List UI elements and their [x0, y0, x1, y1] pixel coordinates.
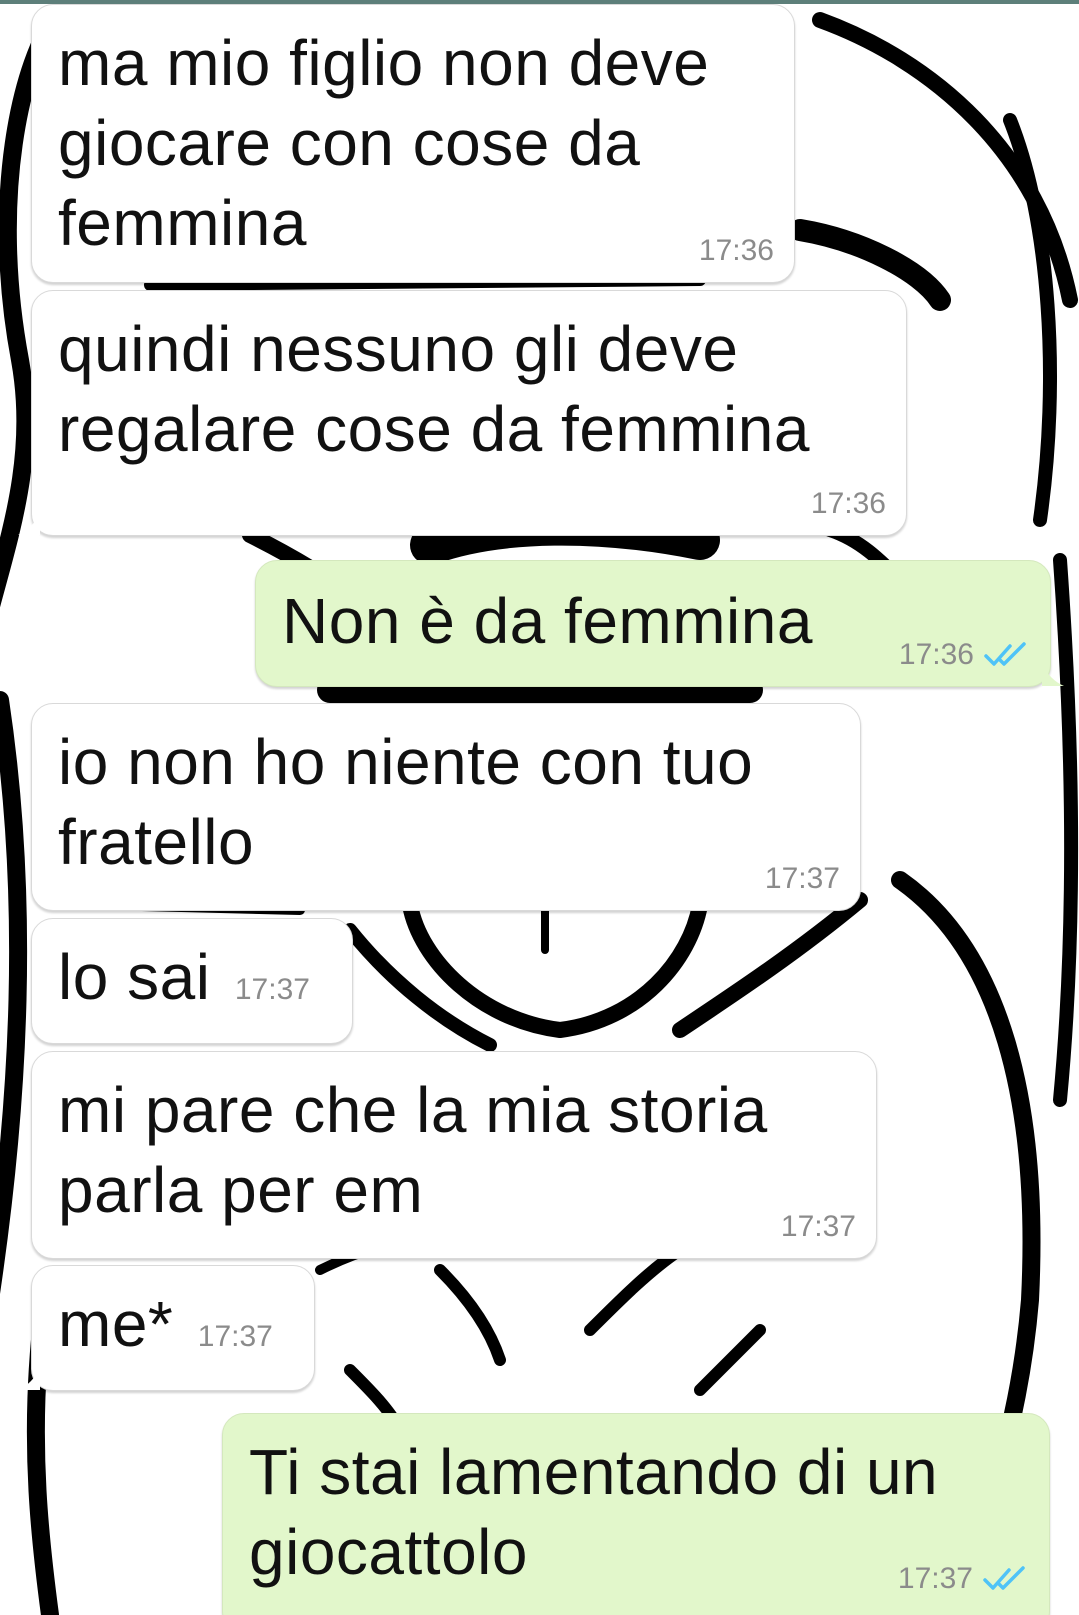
bubble-tail: [1042, 664, 1064, 686]
chat-screen: ma mio figlio non deve giocare con cose …: [0, 0, 1079, 1615]
message-time: 17:37: [897, 1562, 973, 1595]
message-meta: 17:36: [899, 638, 1030, 672]
message-bubble-incoming[interactable]: io non ho niente con tuo fratello 17:37: [31, 703, 861, 911]
message-meta: 17:36: [811, 487, 886, 521]
message-time: 17:37: [764, 862, 840, 895]
message-bubble-outgoing[interactable]: Non è da femmina 17:36: [255, 560, 1064, 687]
bubble-tail: [18, 1368, 40, 1390]
message-meta: 17:37: [898, 1562, 1029, 1596]
double-check-icon: [984, 642, 1026, 666]
message-text: mi pare che la mia storia parla per em: [58, 1074, 768, 1226]
message-text: io non ho niente con tuo fratello: [58, 726, 754, 878]
bubble-tail: [18, 513, 40, 535]
message-meta: 17:37: [198, 1320, 273, 1354]
message-bubble-incoming[interactable]: mi pare che la mia storia parla per em 1…: [31, 1051, 877, 1259]
message-bubble-outgoing[interactable]: Ti stai lamentando di un giocattolo 17:3…: [222, 1413, 1050, 1615]
message-meta: 17:37: [235, 973, 310, 1007]
message-text: me*: [58, 1288, 174, 1360]
message-meta: 17:37: [765, 862, 840, 896]
message-bubble-incoming[interactable]: ma mio figlio non deve giocare con cose …: [31, 4, 795, 283]
message-text: ma mio figlio non deve giocare con cose …: [58, 27, 710, 259]
message-text: quindi nessuno gli deve regalare cose da…: [58, 313, 810, 465]
message-text: lo sai: [58, 941, 211, 1013]
message-time: 17:36: [898, 638, 974, 671]
message-meta: 17:37: [781, 1210, 856, 1244]
message-time: 17:36: [810, 487, 886, 520]
message-meta: 17:36: [699, 234, 774, 268]
message-bubble-incoming[interactable]: lo sai 17:37: [31, 918, 353, 1044]
message-time: 17:37: [197, 1320, 273, 1353]
double-check-icon: [983, 1566, 1025, 1590]
message-time: 17:37: [234, 973, 310, 1006]
message-time: 17:37: [780, 1210, 856, 1243]
message-bubble-incoming[interactable]: quindi nessuno gli deve regalare cose da…: [18, 290, 907, 536]
message-time: 17:36: [698, 234, 774, 267]
message-bubble-incoming[interactable]: me* 17:37: [18, 1265, 315, 1391]
